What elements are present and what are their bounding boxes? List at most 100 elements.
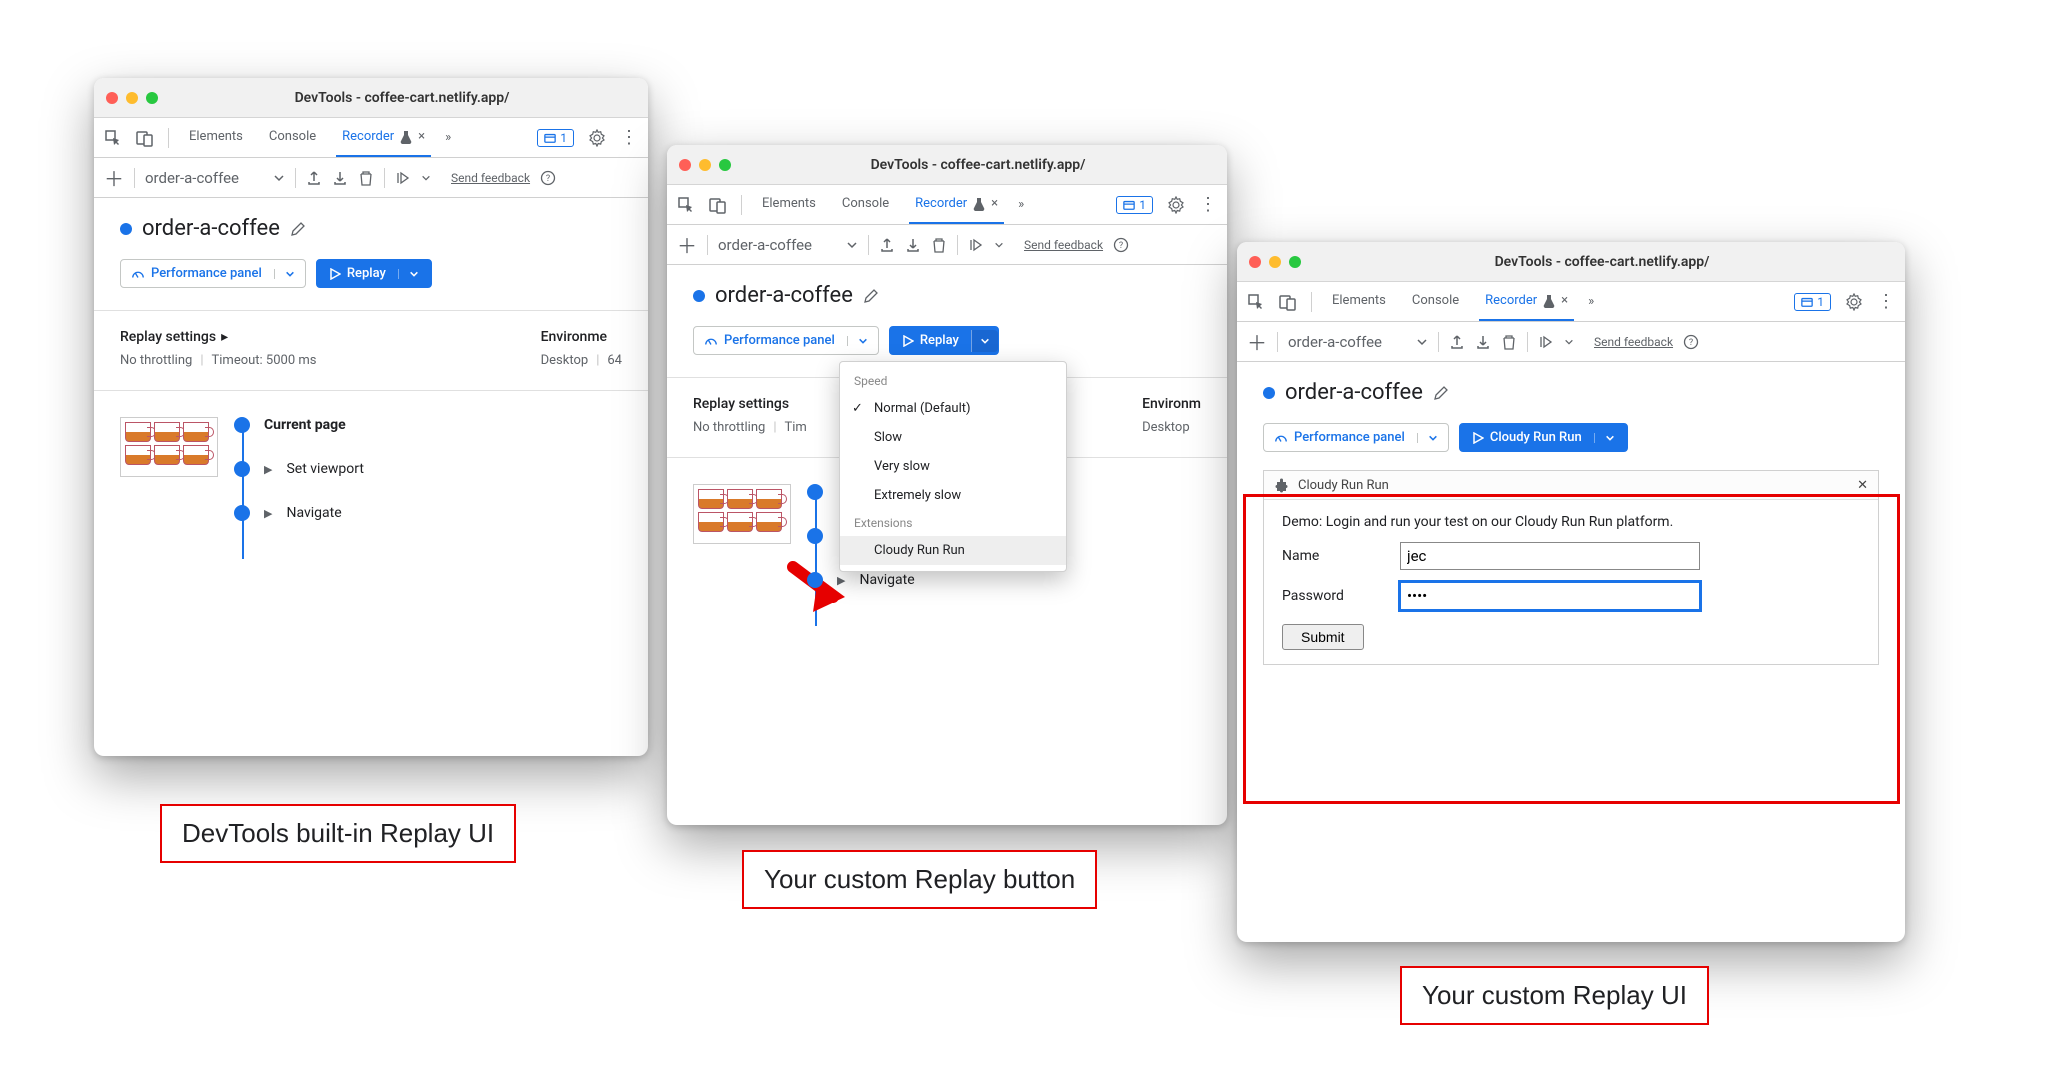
send-feedback-link[interactable]: Send feedback <box>1024 238 1103 252</box>
chevron-down-icon[interactable] <box>994 240 1004 250</box>
device-mode-icon[interactable] <box>136 129 154 147</box>
inspect-icon[interactable] <box>1247 293 1265 311</box>
recording-status-dot <box>1263 387 1275 399</box>
import-icon[interactable] <box>332 170 348 186</box>
chevron-down-icon[interactable] <box>398 269 419 279</box>
chevron-down-icon[interactable] <box>273 172 285 184</box>
replay-button[interactable]: Replay <box>316 259 432 288</box>
tab-recorder[interactable]: Recorder× <box>1479 282 1574 321</box>
chevron-down-icon[interactable] <box>1564 337 1574 347</box>
inspect-icon[interactable] <box>104 129 122 147</box>
close-icon[interactable] <box>1249 256 1261 268</box>
kebab-menu-icon[interactable]: ⋮ <box>1877 291 1895 312</box>
step-navigate[interactable]: Navigate <box>286 505 341 521</box>
step-set-viewport[interactable]: Set viewport <box>286 461 363 477</box>
tab-elements[interactable]: Elements <box>756 185 822 224</box>
close-tab-icon[interactable]: × <box>991 196 998 211</box>
close-tab-icon[interactable]: × <box>1561 293 1568 308</box>
maximize-icon[interactable] <box>719 159 731 171</box>
export-icon[interactable] <box>879 237 895 253</box>
minimize-icon[interactable] <box>1269 256 1281 268</box>
performance-panel-button[interactable]: Performance panel <box>1263 423 1449 452</box>
recording-select[interactable]: order-a-coffee <box>1288 333 1382 351</box>
gear-icon[interactable] <box>588 129 606 147</box>
step-icon[interactable] <box>968 237 984 253</box>
tab-elements[interactable]: Elements <box>1326 282 1392 321</box>
kebab-menu-icon[interactable]: ⋮ <box>620 127 638 148</box>
step-icon[interactable] <box>1538 334 1554 350</box>
close-icon[interactable] <box>679 159 691 171</box>
chevron-down-icon[interactable] <box>847 336 868 346</box>
trash-icon[interactable] <box>931 237 947 253</box>
maximize-icon[interactable] <box>146 92 158 104</box>
chevron-down-icon[interactable] <box>1417 433 1438 443</box>
tab-console[interactable]: Console <box>836 185 895 224</box>
import-icon[interactable] <box>905 237 921 253</box>
more-tabs-icon[interactable]: » <box>1588 294 1594 309</box>
kebab-menu-icon[interactable]: ⋮ <box>1199 194 1217 215</box>
send-feedback-link[interactable]: Send feedback <box>451 171 530 185</box>
trash-icon[interactable] <box>358 170 374 186</box>
replay-button[interactable]: Replay <box>889 326 999 355</box>
tab-recorder[interactable]: Recorder × <box>336 118 431 157</box>
help-icon[interactable]: ? <box>540 170 556 186</box>
add-recording-button[interactable]: ＋ <box>1247 327 1267 356</box>
import-icon[interactable] <box>1475 334 1491 350</box>
gear-icon[interactable] <box>1845 293 1863 311</box>
performance-panel-button[interactable]: Performance panel <box>120 259 306 288</box>
performance-panel-button[interactable]: Performance panel <box>693 326 879 355</box>
recording-select[interactable]: order-a-coffee <box>145 169 239 187</box>
chevron-down-icon[interactable] <box>846 239 858 251</box>
help-icon[interactable]: ? <box>1683 334 1699 350</box>
tab-console[interactable]: Console <box>1406 282 1465 321</box>
recording-select[interactable]: order-a-coffee <box>718 236 812 254</box>
trash-icon[interactable] <box>1501 334 1517 350</box>
step-icon[interactable] <box>395 170 411 186</box>
minimize-icon[interactable] <box>126 92 138 104</box>
tab-recorder[interactable]: Recorder× <box>909 185 1004 224</box>
step-navigate[interactable]: Navigate <box>859 572 914 588</box>
menu-item-cloudy-run-run[interactable]: Cloudy Run Run <box>840 536 1066 565</box>
chevron-down-icon[interactable] <box>971 330 998 352</box>
close-icon[interactable]: ✕ <box>1857 478 1868 493</box>
issues-badge[interactable]: 1 <box>1116 196 1153 214</box>
device-value: Desktop <box>1142 420 1190 435</box>
gear-icon[interactable] <box>1167 196 1185 214</box>
chevron-down-icon[interactable] <box>1416 336 1428 348</box>
edit-icon[interactable] <box>290 221 306 237</box>
titlebar: DevTools - coffee-cart.netlify.app/ <box>667 145 1227 185</box>
help-icon[interactable]: ? <box>1113 237 1129 253</box>
inspect-icon[interactable] <box>677 196 695 214</box>
minimize-icon[interactable] <box>699 159 711 171</box>
svg-text:?: ? <box>546 174 550 184</box>
replay-settings-header[interactable]: Replay settings <box>120 329 216 345</box>
issues-badge[interactable]: 1 <box>537 129 574 147</box>
menu-item-normal[interactable]: Normal (Default) <box>840 394 1066 423</box>
menu-item-extremely-slow[interactable]: Extremely slow <box>840 481 1066 510</box>
maximize-icon[interactable] <box>1289 256 1301 268</box>
more-tabs-icon[interactable]: » <box>445 130 451 145</box>
add-recording-button[interactable]: ＋ <box>677 230 697 259</box>
menu-item-slow[interactable]: Slow <box>840 423 1066 452</box>
export-icon[interactable] <box>306 170 322 186</box>
cloudy-run-run-button[interactable]: Cloudy Run Run <box>1459 423 1628 452</box>
edit-icon[interactable] <box>1433 385 1449 401</box>
edit-icon[interactable] <box>863 288 879 304</box>
tab-console[interactable]: Console <box>263 118 322 157</box>
menu-item-very-slow[interactable]: Very slow <box>840 452 1066 481</box>
replay-settings-header[interactable]: Replay settings <box>693 396 789 412</box>
chevron-down-icon[interactable] <box>1594 433 1615 443</box>
step-current-page[interactable]: Current page <box>264 417 346 433</box>
chevron-down-icon[interactable] <box>421 173 431 183</box>
send-feedback-link[interactable]: Send feedback <box>1594 335 1673 349</box>
add-recording-button[interactable]: ＋ <box>104 163 124 192</box>
more-tabs-icon[interactable]: » <box>1018 197 1024 212</box>
close-icon[interactable] <box>106 92 118 104</box>
issues-badge[interactable]: 1 <box>1794 293 1831 311</box>
export-icon[interactable] <box>1449 334 1465 350</box>
device-mode-icon[interactable] <box>709 196 727 214</box>
close-tab-icon[interactable]: × <box>418 129 425 144</box>
device-mode-icon[interactable] <box>1279 293 1297 311</box>
tab-elements[interactable]: Elements <box>183 118 249 157</box>
chevron-down-icon[interactable] <box>274 269 295 279</box>
